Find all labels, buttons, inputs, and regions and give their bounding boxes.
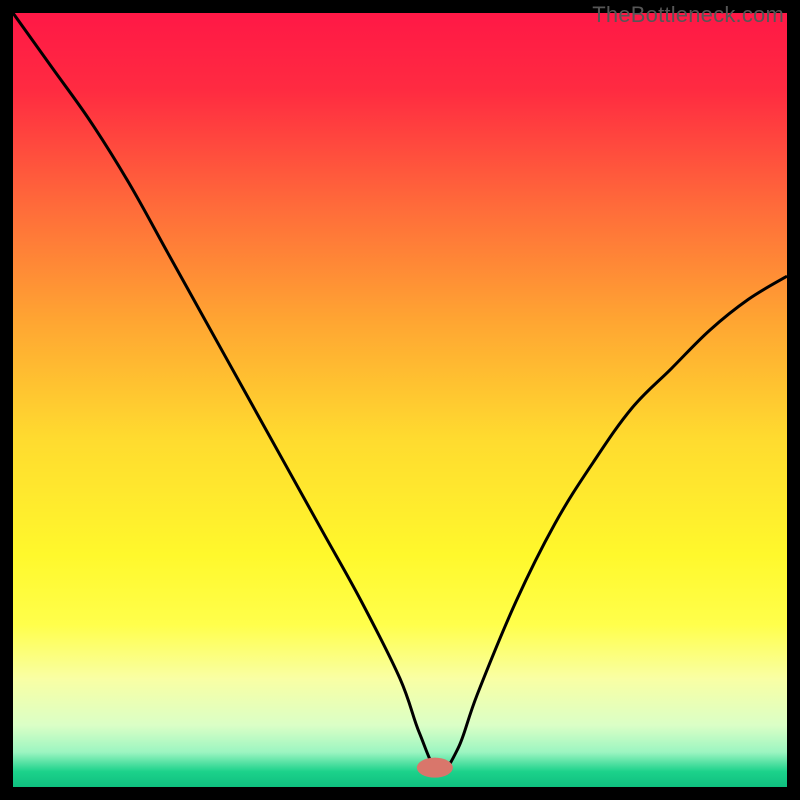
optimum-marker [417, 758, 453, 778]
chart-canvas [13, 13, 787, 787]
gradient-background [13, 13, 787, 787]
watermark-text: TheBottleneck.com [592, 2, 784, 28]
